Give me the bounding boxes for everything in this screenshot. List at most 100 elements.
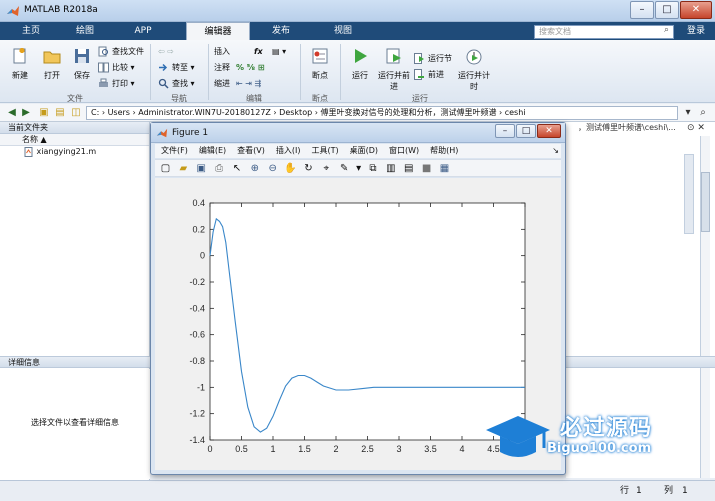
brush-dropdown-icon[interactable]: ▾ bbox=[356, 162, 362, 175]
menu-view[interactable]: 查看(V) bbox=[237, 144, 265, 158]
data-cursor-icon[interactable]: ⌖ bbox=[320, 162, 333, 175]
insert-colorbar-icon[interactable]: ▥ bbox=[384, 162, 397, 175]
show-plot-tools-icon[interactable]: ▦ bbox=[438, 162, 451, 175]
print-figure-icon[interactable]: ⎙ bbox=[213, 162, 226, 175]
menu-dock-icon[interactable]: ↘ bbox=[552, 144, 559, 158]
run-and-time-button[interactable]: 运行并计时 bbox=[458, 46, 490, 92]
matlab-logo-icon bbox=[7, 6, 19, 16]
zoom-in-icon[interactable]: ⊕ bbox=[248, 162, 261, 175]
group-divider bbox=[300, 44, 301, 100]
ribbon-tab-strip: 主页 绘图 APP 编辑器 发布 视图 搜索文档 ⌕ 登录 bbox=[0, 22, 715, 40]
link-plot-icon[interactable]: ⧉ bbox=[367, 162, 380, 175]
row-label: 行 bbox=[620, 486, 630, 496]
goto-button[interactable]: 转至 ▾ bbox=[158, 62, 195, 74]
maximize-button[interactable]: □ bbox=[655, 1, 679, 19]
tab-view[interactable]: 视图 bbox=[318, 22, 368, 40]
menu-window[interactable]: 窗口(W) bbox=[389, 144, 419, 158]
status-bar: 行 1 列 1 bbox=[0, 480, 715, 500]
panel-controls[interactable]: ⊙ ✕ bbox=[687, 122, 715, 134]
minimize-button[interactable]: – bbox=[630, 1, 654, 19]
nav-back-forward[interactable]: ⇦ ⇨ bbox=[158, 46, 174, 58]
comment-button[interactable]: 注释 bbox=[214, 62, 230, 74]
insert-menu-icon[interactable]: ▤ ▾ bbox=[272, 46, 286, 58]
breakpoints-button[interactable]: 断点 bbox=[306, 46, 334, 81]
tab-apps[interactable]: APP bbox=[118, 22, 168, 40]
current-path-field[interactable]: C: › Users › Administrator.WIN7U-2018012… bbox=[86, 106, 678, 120]
tab-plots[interactable]: 绘图 bbox=[60, 22, 110, 40]
percent-comment-icon[interactable]: % ⅝ ⊞ bbox=[236, 62, 265, 74]
insert-button[interactable]: 插入 bbox=[214, 46, 230, 58]
figure-close-button[interactable]: ✕ bbox=[537, 124, 561, 138]
search-documentation-input[interactable]: 搜索文档 bbox=[534, 25, 674, 39]
command-scrollbar[interactable] bbox=[700, 136, 710, 356]
root-folder-icon[interactable]: ◫ bbox=[70, 107, 82, 119]
menu-desktop[interactable]: 桌面(D) bbox=[350, 144, 378, 158]
advance-button[interactable]: 前进 bbox=[414, 69, 444, 81]
edit-plot-icon[interactable]: ↖ bbox=[231, 162, 244, 175]
find-button[interactable]: 查找 ▾ bbox=[158, 78, 195, 90]
y-tick-label: -0.6 bbox=[189, 330, 205, 340]
open-file-icon[interactable]: ▰ bbox=[177, 162, 190, 175]
compare-button[interactable]: 比较 ▾ bbox=[98, 62, 135, 74]
find-files-button[interactable]: 查找文件 bbox=[98, 46, 144, 58]
fx-button[interactable]: fx bbox=[254, 46, 263, 58]
menu-insert[interactable]: 插入(I) bbox=[276, 144, 301, 158]
col-label: 列 bbox=[664, 486, 674, 496]
group-label-navigate: 导航 bbox=[171, 94, 187, 103]
figure-minimize-button[interactable]: – bbox=[495, 124, 515, 138]
x-tick-label: 1 bbox=[270, 444, 275, 454]
tab-publish[interactable]: 发布 bbox=[256, 22, 306, 40]
x-tick-label: 0 bbox=[207, 444, 212, 454]
figure-maximize-button[interactable]: □ bbox=[516, 124, 536, 138]
login-button[interactable]: 登录 bbox=[680, 24, 712, 38]
new-file-icon bbox=[13, 48, 26, 64]
brush-icon[interactable]: ✎ bbox=[338, 162, 351, 175]
up-folder-icon[interactable]: ▣ bbox=[38, 107, 50, 119]
file-row[interactable]: xiangying21.m bbox=[0, 146, 149, 158]
window-title: MATLAB R2018a bbox=[24, 5, 98, 15]
menu-tools[interactable]: 工具(T) bbox=[311, 144, 338, 158]
new-button[interactable]: 新建 bbox=[6, 46, 34, 81]
group-divider bbox=[208, 44, 209, 100]
run-section-button[interactable]: 运行节 bbox=[414, 53, 452, 65]
close-button[interactable]: ✕ bbox=[680, 1, 712, 19]
run-icon bbox=[355, 49, 367, 63]
run-button[interactable]: 运行 bbox=[346, 46, 374, 81]
x-tick-label: 3.5 bbox=[424, 444, 437, 454]
tab-editor[interactable]: 编辑器 bbox=[186, 22, 250, 40]
indent-icons[interactable]: ⇤ ⇥ ⇶ bbox=[236, 78, 261, 90]
address-bar: ◀ ▶ ▣ ▤ ◫ C: › Users › Administrator.WIN… bbox=[0, 104, 715, 122]
new-figure-icon[interactable]: ▢ bbox=[159, 162, 172, 175]
forward-icon[interactable]: ▶ bbox=[20, 107, 32, 119]
run-and-advance-button[interactable]: 运行并前进 bbox=[378, 46, 410, 92]
tab-home[interactable]: 主页 bbox=[6, 22, 56, 40]
title-bar: MATLAB R2018a – □ ✕ bbox=[0, 0, 715, 22]
open-button[interactable]: 打开 bbox=[38, 46, 66, 81]
run-time-icon bbox=[466, 49, 482, 65]
browse-folder-icon[interactable]: ▤ bbox=[54, 107, 66, 119]
editor-ribbon: 新建 打开 保存 查找文件 比较 ▾ 打印 ▾ 文件 ⇦ ⇨ 转至 ▾ 查找 ▾… bbox=[0, 40, 715, 103]
print-button[interactable]: 打印 ▾ bbox=[98, 78, 135, 90]
zoom-out-icon[interactable]: ⊖ bbox=[266, 162, 279, 175]
hide-plot-tools-icon[interactable]: ■ bbox=[420, 162, 433, 175]
path-dropdown-icon[interactable]: ▾ bbox=[682, 107, 694, 119]
y-tick-label: -0.4 bbox=[189, 303, 205, 313]
pan-icon[interactable]: ✋ bbox=[284, 162, 297, 175]
search-folder-icon[interactable]: ⌕ bbox=[697, 107, 709, 119]
back-icon[interactable]: ◀ bbox=[6, 107, 18, 119]
x-tick-label: 1.5 bbox=[298, 444, 311, 454]
vertical-scrollbar[interactable] bbox=[684, 154, 694, 234]
menu-edit[interactable]: 编辑(E) bbox=[199, 144, 226, 158]
group-label-run: 运行 bbox=[412, 94, 428, 103]
menu-help[interactable]: 帮助(H) bbox=[430, 144, 458, 158]
indent-button[interactable]: 缩进 bbox=[214, 78, 230, 90]
column-header-name[interactable]: 名称 ▲ bbox=[0, 134, 149, 146]
insert-legend-icon[interactable]: ▤ bbox=[402, 162, 415, 175]
menu-file[interactable]: 文件(F) bbox=[161, 144, 188, 158]
search-icon[interactable]: ⌕ bbox=[664, 25, 669, 35]
rotate-3d-icon[interactable]: ↻ bbox=[302, 162, 315, 175]
y-tick-label: 0.2 bbox=[192, 224, 205, 234]
save-figure-icon[interactable]: ▣ bbox=[195, 162, 208, 175]
figure-title-bar[interactable]: Figure 1 – □ ✕ bbox=[151, 123, 565, 143]
save-button[interactable]: 保存 bbox=[68, 46, 96, 81]
